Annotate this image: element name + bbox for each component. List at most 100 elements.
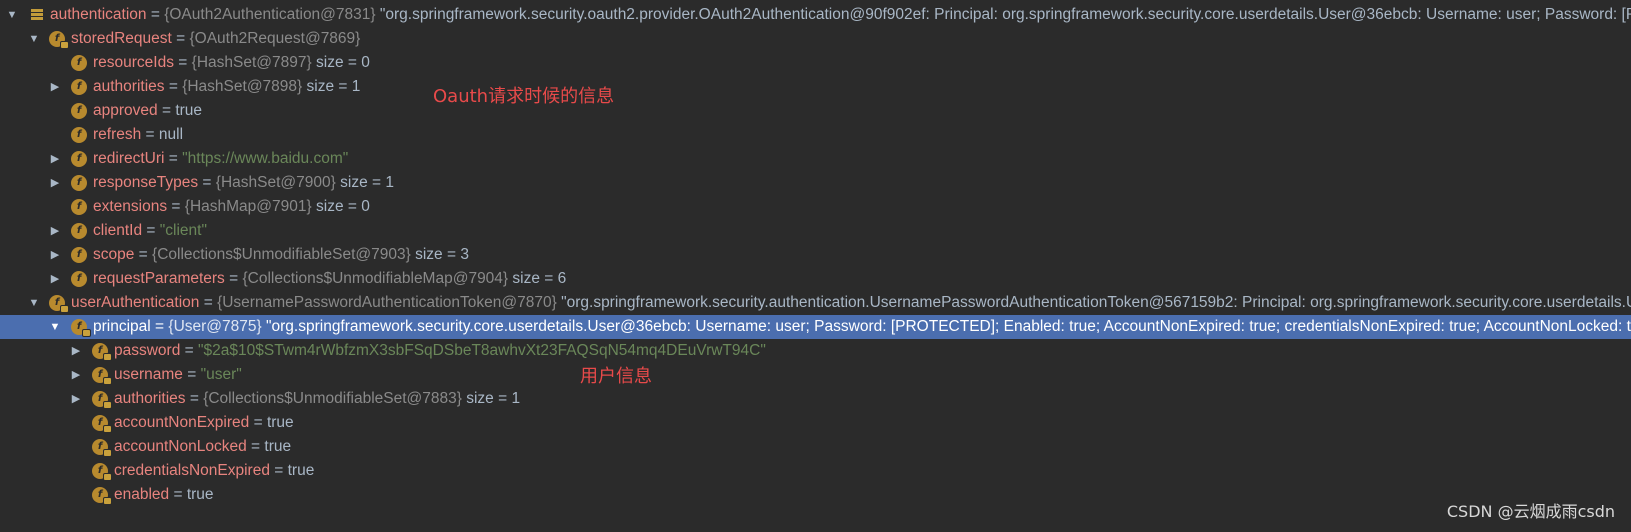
- field-value: true: [175, 102, 203, 119]
- field-name: username: [114, 366, 183, 383]
- field-value: null: [158, 126, 184, 143]
- field-name: requestParameters: [93, 270, 225, 287]
- collapse-arrow-icon[interactable]: [48, 147, 62, 171]
- collapse-arrow-icon[interactable]: [48, 219, 62, 243]
- field-string-value: "client": [159, 222, 207, 239]
- field-value: "org.springframework.security.oauth2.pro…: [375, 6, 1631, 23]
- field-name: resourceIds: [93, 54, 174, 71]
- field-name: userAuthentication: [71, 294, 200, 311]
- field-ref: {HashMap@7901}: [184, 198, 312, 215]
- field-icon: f: [71, 199, 87, 215]
- field-icon: f: [92, 391, 111, 408]
- tree-row-password[interactable]: f password = "$2a$10$STwm4rWbfzmX3sbFSqD…: [0, 339, 1631, 363]
- csdn-watermark: CSDN @云烟成雨csdn: [1446, 502, 1615, 521]
- field-ref: {HashSet@7897}: [191, 54, 312, 71]
- field-icon: f: [71, 175, 87, 191]
- field-ref: {Collections$UnmodifiableMap@7904}: [242, 270, 509, 287]
- field-icon: f: [71, 151, 87, 167]
- field-name: accountNonLocked: [114, 438, 247, 455]
- field-value: true: [287, 462, 315, 479]
- field-value: true: [186, 486, 214, 503]
- tree-row-requestParameters[interactable]: f requestParameters = {Collections$Unmod…: [0, 267, 1631, 291]
- debugger-variables-tree: authentication = {OAuth2Authentication@7…: [0, 3, 1631, 507]
- tree-row-authentication[interactable]: authentication = {OAuth2Authentication@7…: [0, 3, 1631, 27]
- field-value: true: [264, 438, 292, 455]
- field-icon: f: [92, 439, 111, 456]
- field-icon: f: [71, 55, 87, 71]
- field-icon: f: [71, 127, 87, 143]
- tree-row-userAuthentication[interactable]: f userAuthentication = {UsernamePassword…: [0, 291, 1631, 315]
- field-icon: f: [71, 103, 87, 119]
- field-value: size = 3: [410, 246, 469, 263]
- tree-row-responseTypes[interactable]: f responseTypes = {HashSet@7900} size = …: [0, 171, 1631, 195]
- field-string-value: "https://www.baidu.com": [182, 150, 349, 167]
- tree-row-accountNonExpired[interactable]: f accountNonExpired = true: [0, 411, 1631, 435]
- field-value: "org.springframework.security.core.userd…: [261, 318, 1631, 335]
- field-icon: f: [49, 31, 68, 48]
- field-name: redirectUri: [93, 150, 165, 167]
- tree-row-authorities[interactable]: f authorities = {Collections$Unmodifiabl…: [0, 387, 1631, 411]
- expand-arrow-icon[interactable]: [48, 315, 62, 339]
- field-string-value: "$2a$10$STwm4rWbfzmX3sbFSqDSbeT8awhvXt23…: [198, 342, 766, 359]
- tree-row-accountNonLocked[interactable]: f accountNonLocked = true: [0, 435, 1631, 459]
- field-name: refresh: [93, 126, 142, 143]
- tree-row-redirectUri[interactable]: f redirectUri = "https://www.baidu.com": [0, 147, 1631, 171]
- field-value: size = 1: [335, 174, 394, 191]
- tree-row-storedRequest[interactable]: f storedRequest = {OAuth2Request@7869}: [0, 27, 1631, 51]
- field-string-value: "user": [200, 366, 242, 383]
- field-ref: {HashSet@7898}: [182, 78, 303, 95]
- tree-row-authorities[interactable]: f authorities = {HashSet@7898} size = 1: [0, 75, 1631, 99]
- tree-row-credentialsNonExpired[interactable]: f credentialsNonExpired = true: [0, 459, 1631, 483]
- collapse-arrow-icon[interactable]: [48, 75, 62, 99]
- field-icon: f: [71, 223, 87, 239]
- expand-arrow-icon[interactable]: [5, 3, 19, 27]
- field-value: size = 1: [302, 78, 361, 95]
- collapse-arrow-icon[interactable]: [48, 267, 62, 291]
- collapse-arrow-icon[interactable]: [48, 171, 62, 195]
- field-icon: f: [49, 295, 68, 312]
- tree-row-refresh[interactable]: f refresh = null: [0, 123, 1631, 147]
- field-value: size = 6: [508, 270, 567, 287]
- tree-row-resourceIds[interactable]: f resourceIds = {HashSet@7897} size = 0: [0, 51, 1631, 75]
- field-name: password: [114, 342, 181, 359]
- field-ref: {OAuth2Request@7869}: [189, 30, 361, 47]
- field-name: enabled: [114, 486, 170, 503]
- field-name: clientId: [93, 222, 143, 239]
- field-value: "org.springframework.security.authentica…: [556, 294, 1631, 311]
- field-name: authentication: [50, 6, 147, 23]
- collapse-arrow-icon[interactable]: [69, 339, 83, 363]
- expand-arrow-icon[interactable]: [27, 291, 41, 315]
- field-icon: f: [71, 319, 90, 336]
- field-ref: {Collections$UnmodifiableSet@7883}: [203, 390, 462, 407]
- field-ref: {OAuth2Authentication@7831}: [164, 6, 376, 23]
- field-name: storedRequest: [71, 30, 172, 47]
- field-icon: f: [71, 79, 87, 95]
- field-icon: f: [92, 415, 111, 432]
- collapse-arrow-icon[interactable]: [69, 387, 83, 411]
- user-info-annotation: 用户信息: [580, 366, 652, 387]
- tree-row-scope[interactable]: f scope = {Collections$UnmodifiableSet@7…: [0, 243, 1631, 267]
- tree-row-username[interactable]: f username = "user": [0, 363, 1631, 387]
- field-name: scope: [93, 246, 135, 263]
- field-icon: f: [71, 247, 87, 263]
- tree-row-extensions[interactable]: f extensions = {HashMap@7901} size = 0: [0, 195, 1631, 219]
- variable-stack-icon: [30, 7, 44, 23]
- field-icon: f: [92, 487, 111, 504]
- field-icon: f: [92, 463, 111, 480]
- field-name: accountNonExpired: [114, 414, 250, 431]
- field-value: true: [266, 414, 294, 431]
- tree-row-approved[interactable]: f approved = true: [0, 99, 1631, 123]
- tree-row-clientId[interactable]: f clientId = "client": [0, 219, 1631, 243]
- collapse-arrow-icon[interactable]: [69, 363, 83, 387]
- field-value: size = 0: [311, 54, 370, 71]
- field-icon: f: [71, 271, 87, 287]
- field-icon: f: [92, 343, 111, 360]
- field-value: size = 1: [461, 390, 521, 407]
- field-name: authorities: [114, 390, 186, 407]
- tree-row-enabled[interactable]: f enabled = true: [0, 483, 1631, 507]
- field-icon: f: [92, 367, 111, 384]
- tree-row-principal[interactable]: f principal = {User@7875} "org.springfra…: [0, 315, 1631, 339]
- collapse-arrow-icon[interactable]: [48, 243, 62, 267]
- field-ref: {Collections$UnmodifiableSet@7903}: [152, 246, 411, 263]
- expand-arrow-icon[interactable]: [27, 27, 41, 51]
